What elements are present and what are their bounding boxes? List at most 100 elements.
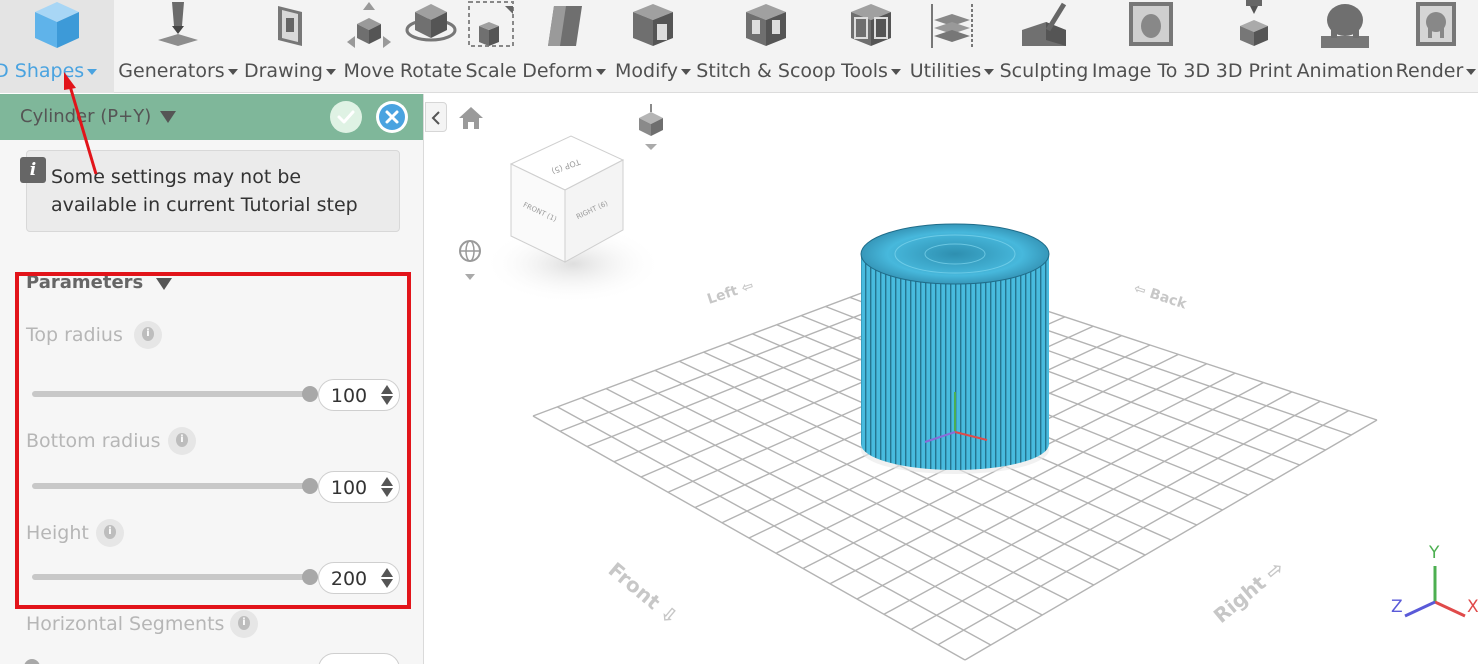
chevron-down-icon <box>1466 68 1477 75</box>
height-value[interactable]: 200 <box>329 568 369 590</box>
horizontal-segments-input[interactable] <box>318 653 400 664</box>
toolbar-move[interactable]: Move <box>340 0 398 93</box>
3d-viewport[interactable]: Left ⇦ ⇦ Back Front ⇩ Right ⇨ TOP (5) FR… <box>425 94 1478 664</box>
caret-down-icon[interactable] <box>156 278 172 290</box>
close-icon <box>379 104 405 130</box>
toolbar-move-label: Move <box>343 60 395 82</box>
axis-gizmo: Y X Z <box>1391 543 1478 618</box>
chevron-down-icon <box>984 68 995 75</box>
toolbar-animation-label: Animation <box>1296 60 1394 82</box>
toolbar-scale[interactable]: Scale <box>464 0 518 93</box>
toolbar-modify-label: Modify <box>615 60 678 82</box>
help-icon[interactable]: i <box>168 427 196 455</box>
toolbar-drawing[interactable]: Drawing <box>242 0 338 93</box>
toolbar-scale-label: Scale <box>465 60 517 82</box>
axis-z-label: Z <box>1391 597 1403 617</box>
3d-print-icon <box>1240 0 1268 46</box>
toolbar-3d-print[interactable]: 3D Print <box>1212 0 1296 93</box>
toolbar-image-to-3d-label: Image To 3D <box>1091 60 1211 82</box>
toolbar-stitch-scoop[interactable]: Stitch & Scoop <box>696 0 836 93</box>
height-input[interactable]: 200 <box>318 562 400 594</box>
toolbar-animation[interactable]: Animation <box>1296 0 1394 93</box>
drawing-icon <box>278 6 302 46</box>
chevron-down-icon <box>680 68 691 75</box>
move-icon <box>347 2 391 48</box>
cylinder-object[interactable] <box>860 223 1050 474</box>
parameters-heading[interactable]: Parameters <box>26 272 143 293</box>
cancel-button[interactable] <box>376 101 408 133</box>
toolbar-generators-label: Generators <box>118 60 225 82</box>
sculpting-icon <box>1022 2 1067 46</box>
decrement-icon[interactable] <box>381 579 393 588</box>
globe-icon[interactable] <box>455 238 485 284</box>
toolbar-rotate-label: Rotate <box>399 60 463 82</box>
bottom-radius-label: Bottom radius <box>26 430 161 452</box>
height-label: Height <box>26 522 89 544</box>
camera-view-icon[interactable] <box>633 102 669 152</box>
toolbar-tools[interactable]: Tools <box>836 0 906 93</box>
top-radius-value[interactable]: 100 <box>329 385 369 407</box>
horizontal-segments-slider-thumb[interactable] <box>24 659 40 664</box>
help-icon[interactable]: i <box>230 610 258 638</box>
increment-icon[interactable] <box>381 568 393 577</box>
caret-down-icon[interactable] <box>160 111 176 123</box>
height-slider-thumb[interactable] <box>302 569 318 585</box>
horizontal-segments-label: Horizontal Segments <box>26 613 225 635</box>
bottom-radius-slider-thumb[interactable] <box>302 478 318 494</box>
utilities-icon <box>931 4 973 48</box>
increment-icon[interactable] <box>381 385 393 394</box>
chevron-left-icon <box>431 111 440 125</box>
toolbar-tools-label: Tools <box>841 60 888 82</box>
panel-title[interactable]: Cylinder (P+Y) <box>20 106 151 127</box>
toolbar-render[interactable]: Render <box>1394 0 1478 93</box>
chevron-down-icon <box>87 68 98 75</box>
collapse-panel-button[interactable] <box>425 102 447 132</box>
grid-label-right: Right ⇨ <box>1209 555 1289 627</box>
axis-y-label: Y <box>1428 543 1440 563</box>
chevron-down-icon <box>890 68 901 75</box>
top-radius-input[interactable]: 100 <box>318 379 400 411</box>
toolbar-3d-shapes-label: 3D Shapes <box>0 60 85 82</box>
notice-text: Some settings may not be available in cu… <box>51 166 358 216</box>
rotate-icon <box>405 4 457 42</box>
tutorial-notice: i Some settings may not be available in … <box>20 150 400 232</box>
toolbar-3d-shapes[interactable]: 3D Shapes <box>0 0 114 93</box>
scene-canvas[interactable]: Left ⇦ ⇦ Back Front ⇩ Right ⇨ TOP (5) FR… <box>425 94 1478 664</box>
help-icon[interactable]: i <box>96 519 124 547</box>
toolbar-3d-print-label: 3D Print <box>1215 60 1293 82</box>
bottom-radius-value[interactable]: 100 <box>329 477 369 499</box>
top-radius-slider[interactable] <box>32 391 310 397</box>
top-radius-slider-thumb[interactable] <box>302 386 318 402</box>
toolbar-rotate[interactable]: Rotate <box>398 0 464 93</box>
toolbar-utilities[interactable]: Utilities <box>906 0 998 93</box>
toolbar-render-label: Render <box>1395 60 1464 82</box>
top-radius-label: Top radius <box>26 324 123 346</box>
toolbar-drawing-label: Drawing <box>243 60 323 82</box>
generator-icon <box>158 2 198 46</box>
chevron-down-icon <box>227 68 238 75</box>
tools-icon <box>851 4 891 46</box>
bottom-radius-slider[interactable] <box>32 483 310 489</box>
toolbar-sculpting[interactable]: Sculpting <box>998 0 1090 93</box>
image-to-3d-icon <box>1129 2 1173 46</box>
confirm-button[interactable] <box>330 101 362 133</box>
bottom-radius-input[interactable]: 100 <box>318 471 400 503</box>
check-icon <box>337 110 355 124</box>
toolbar-modify[interactable]: Modify <box>610 0 696 93</box>
scale-icon <box>468 1 514 47</box>
toolbar-deform-label: Deform <box>522 60 593 82</box>
toolbar-generators[interactable]: Generators <box>116 0 240 93</box>
increment-icon[interactable] <box>381 477 393 486</box>
chevron-down-icon <box>595 68 606 75</box>
toolbar-deform[interactable]: Deform <box>518 0 610 93</box>
decrement-icon[interactable] <box>381 396 393 405</box>
help-icon[interactable]: i <box>134 321 162 349</box>
decrement-icon[interactable] <box>381 488 393 497</box>
stitch-scoop-icon <box>746 4 786 46</box>
modify-icon <box>633 4 673 46</box>
home-icon[interactable] <box>457 104 485 132</box>
grid-label-left: Left ⇦ <box>705 278 755 308</box>
toolbar-sculpting-label: Sculpting <box>999 60 1089 82</box>
toolbar-image-to-3d[interactable]: Image To 3D <box>1090 0 1212 93</box>
height-slider[interactable] <box>32 574 310 580</box>
